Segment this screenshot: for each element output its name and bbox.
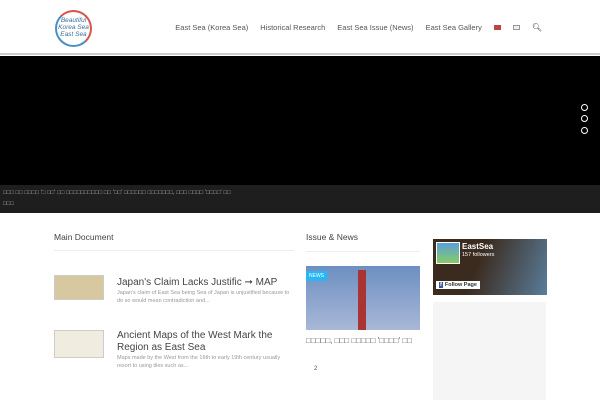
slider-dot-3[interactable] [581, 127, 588, 134]
slider-dot-2[interactable] [581, 115, 588, 122]
item-title[interactable]: Ancient Maps of the West Mark the Region… [117, 330, 294, 354]
news-badge[interactable]: NEWS [306, 271, 327, 281]
fb-page-thumbnail [436, 242, 460, 264]
facebook-icon: f [439, 282, 443, 288]
item-title[interactable]: Japan's Claim Lacks Justific ➞ MAP [117, 277, 277, 289]
fb-follow-button[interactable]: f Follow Page [436, 281, 480, 289]
nav-historical-research[interactable]: Historical Research [260, 23, 325, 32]
map-thumbnail[interactable] [54, 275, 104, 300]
divider [54, 250, 294, 251]
fb-follow-label: Follow Page [444, 282, 477, 288]
issue-news-title: Issue & News [306, 232, 358, 242]
news-image[interactable]: NEWS [306, 266, 420, 330]
main-document-title: Main Document [54, 232, 114, 242]
tower-image [358, 270, 366, 330]
item-desc: Japan's claim of East Sea being Sea of J… [117, 290, 290, 304]
fb-page-name[interactable]: EastSea [462, 242, 493, 251]
slider-dot-1[interactable] [581, 104, 588, 111]
fb-followers: 157 followers [462, 252, 495, 258]
flag-kr-icon[interactable] [512, 25, 520, 30]
main-nav: East Sea (Korea Sea) Historical Research… [175, 23, 542, 32]
flag-us-icon[interactable] [493, 25, 501, 30]
search-icon[interactable]: 🔍︎ [532, 23, 542, 32]
hero-slider [0, 56, 600, 186]
facebook-widget[interactable]: EastSea 157 followers f Follow Page [433, 239, 547, 295]
news-headline[interactable]: □□□□□, □□□ □□□□□ '□□□□' □□ [306, 336, 412, 345]
news-meta: 2 [314, 366, 318, 372]
map-thumbnail[interactable] [54, 330, 104, 358]
header: Beautiful Korea Sea East Sea East Sea (Kor… [0, 0, 600, 55]
divider [306, 251, 420, 252]
nav-east-sea[interactable]: East Sea (Korea Sea) [175, 23, 248, 32]
nav-gallery[interactable]: East Sea Gallery [426, 23, 482, 32]
ticker-line-2: □□□ [3, 201, 14, 207]
sidebar-widget-placeholder [433, 302, 546, 400]
ticker-line-1[interactable]: □□□ □□ □□□□ '□ □□' □□ □□□□□□□□□□ □□ '□□'… [3, 188, 597, 199]
item-desc: Maps made by the West from the 16th to e… [117, 355, 281, 369]
news-ticker: □□□ □□ □□□□ '□ □□' □□ □□□□□□□□□□ □□ '□□'… [0, 185, 600, 213]
nav-news[interactable]: East Sea Issue (News) [337, 23, 413, 32]
logo[interactable]: Beautiful Korea Sea East Sea [55, 10, 92, 47]
